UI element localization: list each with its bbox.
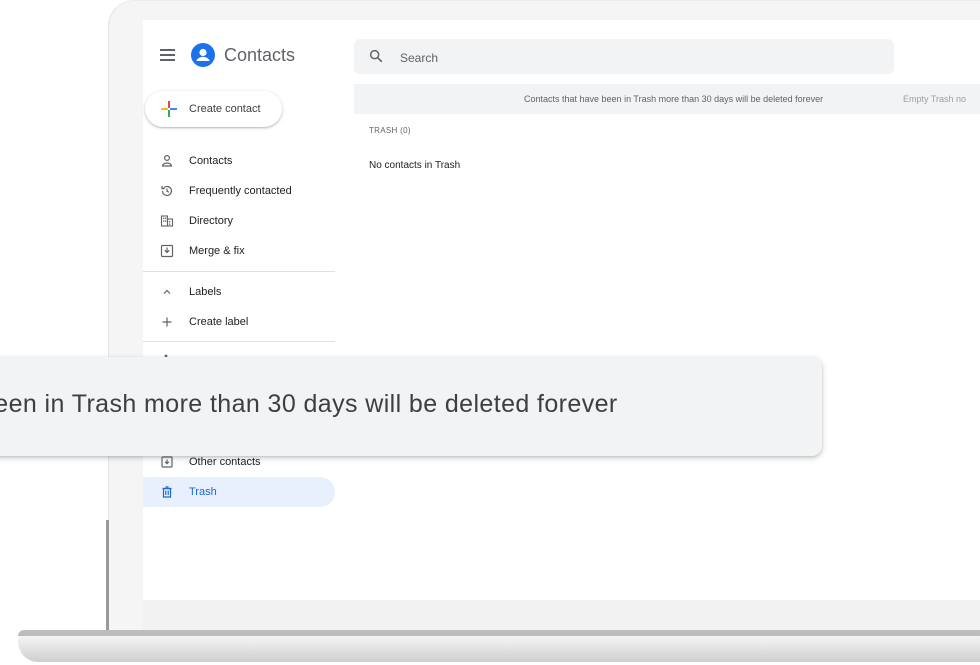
trash-icon xyxy=(162,486,172,498)
search-box[interactable] xyxy=(354,39,894,76)
sidebar-item-label: Merge & fix xyxy=(189,245,245,257)
create-contact-button[interactable]: Create contact xyxy=(145,91,282,127)
laptop-chin xyxy=(143,600,980,632)
other-contacts-icon xyxy=(161,456,173,468)
search-icon xyxy=(369,49,383,63)
sidebar-divider xyxy=(143,341,335,342)
laptop-hinge xyxy=(106,520,109,632)
search-input[interactable] xyxy=(398,39,882,76)
history-icon xyxy=(161,185,173,197)
contacts-logo-icon xyxy=(191,43,215,67)
zoom-callout: been in Trash more than 30 days will be … xyxy=(0,357,822,456)
sidebar-item-trash[interactable]: Trash xyxy=(143,477,335,507)
sidebar-item-label: Directory xyxy=(189,215,234,227)
empty-state-message: No contacts in Trash xyxy=(369,160,461,171)
trash-heading: TRASH (0) xyxy=(369,126,411,135)
sidebar-labels-toggle[interactable]: Labels xyxy=(143,277,335,307)
sidebar-divider xyxy=(143,271,335,272)
merge-icon xyxy=(160,244,174,258)
sidebar-item-label: Frequently contacted xyxy=(189,185,292,197)
sidebar-item-directory[interactable]: Directory xyxy=(143,206,335,236)
chevron-up-icon xyxy=(163,289,171,294)
menu-icon[interactable] xyxy=(160,49,175,61)
trash-notice-bar: Contacts that have been in Trash more th… xyxy=(354,84,980,114)
sidebar-item-frequently-contacted[interactable]: Frequently contacted xyxy=(143,176,335,206)
create-label-text: Create label xyxy=(189,316,249,328)
sidebar-item-label: Trash xyxy=(189,486,217,498)
domain-icon xyxy=(160,215,174,227)
labels-header: Labels xyxy=(189,286,222,298)
sidebar-item-contacts[interactable]: Contacts xyxy=(143,146,335,176)
sidebar-item-label: Contacts xyxy=(189,155,233,167)
empty-trash-button[interactable]: Empty Trash no xyxy=(903,94,966,104)
app-title: Contacts xyxy=(224,45,296,65)
sidebar-create-label[interactable]: Create label xyxy=(143,307,335,337)
sidebar-item-label: Other contacts xyxy=(189,456,261,468)
sidebar-item-merge-fix[interactable]: Merge & fix xyxy=(143,236,335,266)
create-contact-label: Create contact xyxy=(189,103,261,115)
trash-notice-text: Contacts that have been in Trash more th… xyxy=(524,94,824,104)
plus-multicolor-icon xyxy=(161,101,177,117)
plus-icon xyxy=(162,317,172,327)
laptop-base-lip xyxy=(18,630,980,636)
callout-text: been in Trash more than 30 days will be … xyxy=(0,390,618,418)
person-icon xyxy=(161,154,173,167)
